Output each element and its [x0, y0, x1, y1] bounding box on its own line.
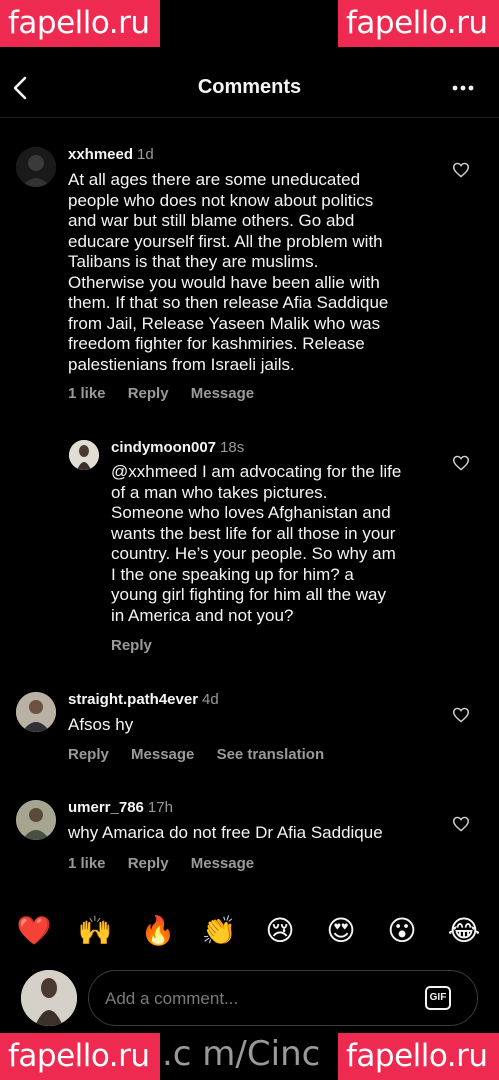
comment-line: wants the best life for all those in you… [111, 523, 396, 543]
comment-header: xxhmeed 1d [68, 146, 154, 164]
reaction-heart-eyes[interactable]: 😍 [323, 914, 359, 948]
heart-icon[interactable] [452, 455, 470, 471]
watermark-top-left: fapello.ru [0, 0, 160, 47]
more-options-icon[interactable] [448, 76, 478, 100]
reaction-fire[interactable]: 🔥 [140, 914, 176, 948]
comment-header: straight.path4ever 4d [68, 691, 219, 709]
comment-line: in America and not you? [111, 605, 294, 625]
comment-text: why Amarica do not free Dr Afia Saddique [68, 823, 448, 844]
reply-button[interactable]: Reply [68, 746, 109, 763]
comment-line: At all ages there are some uneducated [68, 170, 361, 189]
reaction-surprised[interactable]: 😮 [384, 914, 420, 948]
comment-input-placeholder: Add a comment... [105, 989, 239, 1008]
reaction-laughing[interactable]: 😂 [446, 914, 482, 948]
like-count[interactable]: 1 like [68, 385, 106, 402]
watermark-bottom-left: fapello.ru [0, 1033, 160, 1080]
gif-icon[interactable]: GIF [425, 986, 451, 1010]
username[interactable]: xxhmeed [68, 146, 133, 163]
watermark-bottom-right: fapello.ru [338, 1033, 499, 1080]
comment-line: educare yourself first. All the problem … [68, 231, 383, 251]
comment-input[interactable]: Add a comment... GIF [88, 970, 478, 1026]
heart-icon[interactable] [452, 162, 470, 178]
comment-line: Someone who loves Afghanistan and [111, 503, 391, 522]
comment-line: why Amarica do not free Dr Afia Saddique [68, 823, 383, 842]
reaction-clap[interactable]: 👏 [201, 914, 237, 948]
comment-actions: 1 like Reply Message [68, 385, 272, 402]
comment-line: @xxhmeed I am advocating for the life [111, 462, 402, 481]
message-button[interactable]: Message [191, 385, 254, 402]
comment-line: people who does not know about politics [68, 190, 374, 210]
avatar[interactable] [16, 800, 56, 840]
timestamp: 1d [137, 146, 154, 163]
comment-line: palestienians from Israeli jails. [68, 354, 295, 374]
page-title: Comments [197, 76, 302, 98]
username[interactable]: cindymoon007 [111, 439, 216, 456]
message-button[interactable]: Message [191, 855, 254, 872]
avatar[interactable] [16, 692, 56, 732]
see-translation-button[interactable]: See translation [217, 746, 325, 763]
comment-actions: 1 like Reply Message [68, 855, 272, 872]
comment-text: At all ages there are some uneducated pe… [68, 170, 448, 375]
comment-line: country. He’s your people. So why am [111, 544, 396, 563]
reaction-heart[interactable]: ❤️ [16, 914, 52, 948]
username[interactable]: umerr_786 [68, 799, 144, 816]
heart-icon[interactable] [452, 707, 470, 723]
comment-line: and war but still blame others. Go abd [68, 211, 355, 230]
comment-text: Afsos hy [68, 715, 448, 736]
timestamp: 4d [202, 691, 219, 708]
comment-line: them. If that so then release Afia Saddi… [68, 293, 389, 312]
comment-line: Talibans is that they are muslims. [68, 252, 319, 271]
reaction-raised-hands[interactable]: 🙌 [77, 914, 113, 948]
reaction-cry[interactable]: 😢 [262, 914, 298, 948]
comment-header: umerr_786 17h [68, 799, 173, 817]
comment-line: I the one speaking up for him? a [111, 564, 354, 584]
watermark-top-right: fapello.ru [338, 0, 499, 47]
timestamp: 17h [147, 799, 173, 816]
comment-header: cindymoon007 18s [111, 439, 244, 457]
comment-line: from Jail, Release Yaseen Malik who was [68, 313, 381, 333]
username[interactable]: straight.path4ever [68, 691, 198, 708]
comment-line: Afsos hy [68, 715, 134, 734]
comment-actions: Reply Message See translation [68, 746, 342, 763]
comments-header: Comments [0, 60, 499, 118]
reply-button[interactable]: Reply [111, 637, 152, 654]
heart-icon[interactable] [452, 816, 470, 832]
message-button[interactable]: Message [131, 746, 194, 763]
avatar[interactable] [16, 147, 56, 187]
watermark-url-fragment: .c m/Cinc [162, 1034, 321, 1074]
comment-actions: Reply [111, 637, 170, 654]
comment-line: Otherwise you would have been allie with [68, 272, 380, 292]
comment-line: of a man who takes pictures. [111, 482, 328, 502]
reply-button[interactable]: Reply [128, 855, 169, 872]
comment-line: freedom fighter for kashmiries. Release [68, 334, 365, 353]
reply-button[interactable]: Reply [128, 385, 169, 402]
comment-line: young girl fighting for him all the way [111, 585, 386, 604]
comment-text: @xxhmeed I am advocating for the life of… [111, 462, 451, 626]
header-divider [0, 117, 499, 118]
avatar[interactable] [21, 970, 77, 1026]
avatar[interactable] [69, 440, 99, 470]
timestamp: 18s [220, 439, 245, 456]
like-count[interactable]: 1 like [68, 855, 106, 872]
